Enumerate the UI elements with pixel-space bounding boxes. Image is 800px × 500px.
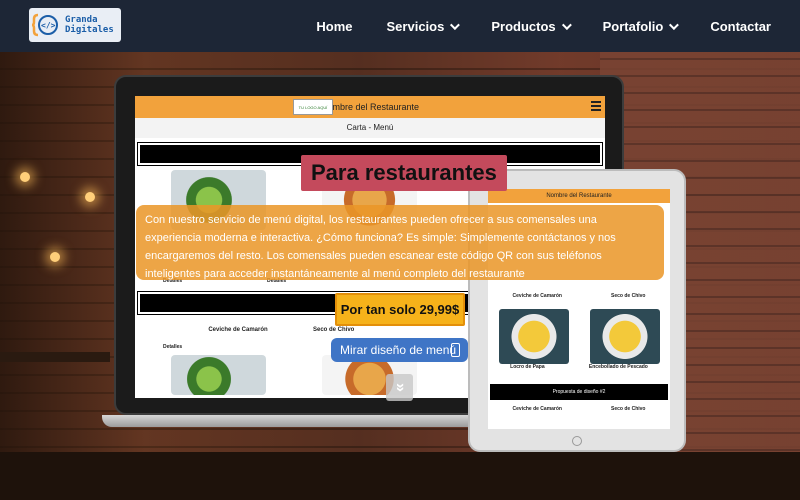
nav-portafolio[interactable]: Portafolio xyxy=(603,19,680,34)
dish-name: Seco de Chivo xyxy=(611,406,646,412)
nav-servicios[interactable]: Servicios xyxy=(387,19,461,34)
price-button[interactable]: Por tan solo 29,99$ xyxy=(335,293,465,326)
food-image xyxy=(171,355,267,395)
dish-name: Ceviche de Camarón xyxy=(512,406,562,412)
dish-name: Seco de Chivo xyxy=(313,327,355,333)
hero-description: Con nuestro servicio de menú digital, lo… xyxy=(136,205,664,280)
dish-name: Ceviche de Camarón xyxy=(208,327,268,333)
lamp-light xyxy=(20,172,30,182)
chevron-down-icon xyxy=(561,19,572,30)
logo-line-1: Granda xyxy=(65,15,98,25)
design-proposal-banner: Propuesta de diseño #2 xyxy=(490,384,668,400)
nav-home[interactable]: Home xyxy=(316,19,352,34)
menu-logo: TU LOGO AQUÍ xyxy=(293,99,333,115)
svg-text:</>: </> xyxy=(41,21,56,30)
phone-icon xyxy=(451,343,460,357)
nav-productos[interactable]: Productos xyxy=(491,19,572,34)
dish-name: Encebollado de Pescado xyxy=(588,364,648,370)
brand-logo[interactable]: </> Granda Digitales xyxy=(29,8,121,42)
dish-name: Ceviche de Camarón xyxy=(512,293,562,299)
food-image xyxy=(589,309,660,364)
menu-section-title: Carta - Menú xyxy=(135,118,605,138)
logo-line-2: Digitales xyxy=(65,25,114,35)
top-navbar: </> Granda Digitales Home Servicios Prod… xyxy=(0,0,800,52)
lamp-light xyxy=(85,192,95,202)
details-link[interactable]: Detalles xyxy=(163,344,182,350)
tablet-menu-header: Nombre del Restaurante xyxy=(488,189,670,203)
tablet-restaurant-name: Nombre del Restaurante xyxy=(546,193,612,199)
menu-header: TU LOGO AQUÍ Nombre del Restaurante xyxy=(135,96,605,118)
code-bracket-icon: </> xyxy=(31,12,62,38)
lamp-light xyxy=(50,252,60,262)
tablet-home-button xyxy=(572,436,582,446)
nav-contactar[interactable]: Contactar xyxy=(710,19,771,34)
hero-title: Para restaurantes xyxy=(301,155,507,191)
dish-name: Locro de Papa xyxy=(510,364,545,370)
chevron-down-icon xyxy=(669,19,680,30)
view-menu-design-label: Mirar diseño de menú xyxy=(340,343,457,357)
food-image xyxy=(498,309,569,364)
table-silhouette xyxy=(0,352,110,362)
dish-name: Seco de Chivo xyxy=(611,293,646,299)
main-nav: Home Servicios Productos Portafolio Cont… xyxy=(316,0,800,52)
floor-silhouette xyxy=(0,452,800,500)
hamburger-icon xyxy=(591,101,601,111)
chevron-double-down-icon[interactable]: » xyxy=(386,374,413,401)
chevron-down-icon xyxy=(450,19,461,30)
view-menu-design-button[interactable]: Mirar diseño de menú xyxy=(331,338,468,362)
menu-restaurant-name: Nombre del Restaurante xyxy=(320,102,420,112)
